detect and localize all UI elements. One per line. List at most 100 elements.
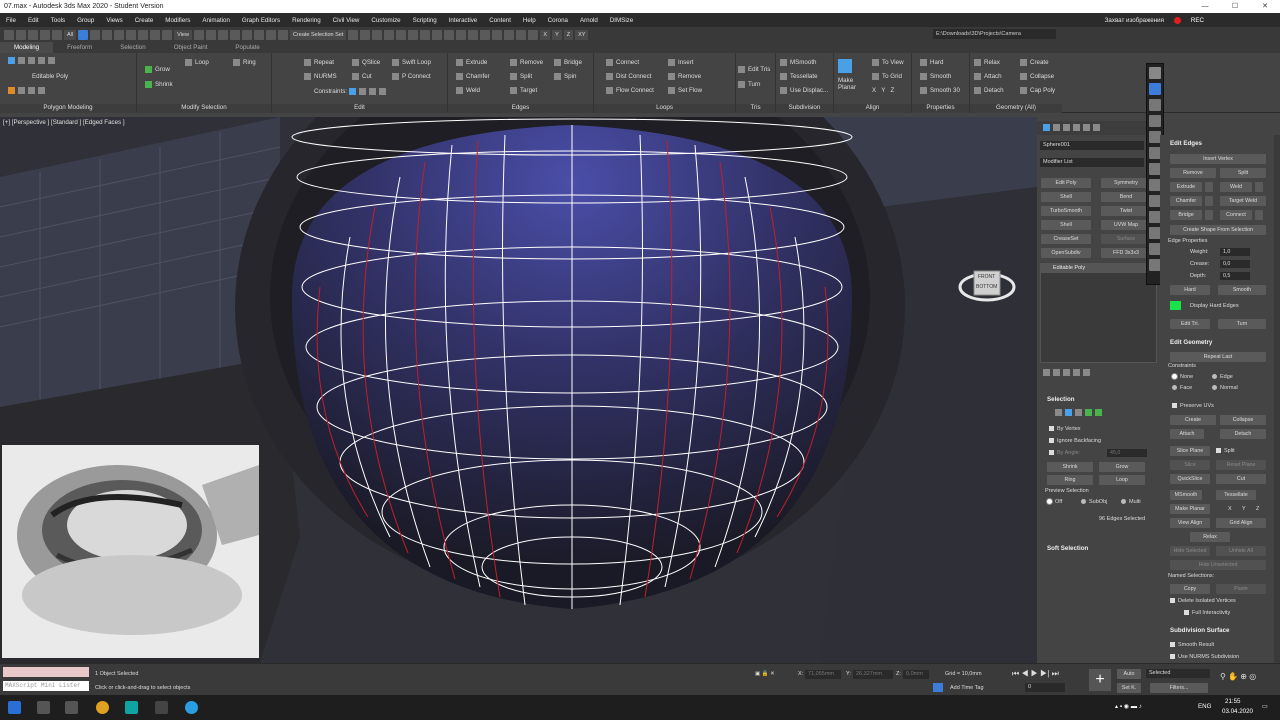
- delete-isolated-checkbox[interactable]: Delete Isolated Vertices: [1170, 598, 1236, 604]
- menu-interactive[interactable]: Interactive: [443, 17, 484, 24]
- project-path-field[interactable]: E:\Downloads\3D\Projects\Camera: [933, 29, 1056, 39]
- extrude-button[interactable]: Extrude: [456, 59, 487, 66]
- tab-modeling[interactable]: Modeling: [0, 42, 54, 53]
- ref-coord-dropdown[interactable]: View: [174, 29, 192, 40]
- mod-turbosmooth-button[interactable]: TurboSmooth: [1041, 206, 1091, 216]
- language-indicator[interactable]: ENG: [1198, 703, 1211, 710]
- hard-button[interactable]: Hard: [920, 59, 943, 66]
- render-icon[interactable]: [468, 29, 479, 40]
- full-interactivity-checkbox[interactable]: Full Interactivity: [1184, 610, 1230, 616]
- auto-key-button[interactable]: Auto: [1117, 669, 1141, 679]
- split-button[interactable]: Split: [510, 73, 532, 80]
- command-panel-scrollbar[interactable]: [1274, 135, 1280, 663]
- p-connect-button[interactable]: P Connect: [392, 73, 431, 80]
- edit-geometry-title[interactable]: Edit Geometry: [1170, 339, 1212, 346]
- viewcube[interactable]: FRONT BOTTOM: [958, 265, 1016, 305]
- create-tab-icon[interactable]: [1043, 124, 1050, 131]
- menu-file[interactable]: File: [0, 17, 22, 24]
- keyboard-shortcut-icon[interactable]: [217, 29, 228, 40]
- axis-xy-button[interactable]: XY: [575, 29, 589, 40]
- stack-down-icon[interactable]: [28, 87, 35, 94]
- split-edge-button[interactable]: Split: [1220, 168, 1266, 178]
- modifier-mode-icon[interactable]: [8, 87, 15, 94]
- relax-button[interactable]: Relax: [974, 59, 1000, 66]
- connect-edge-button[interactable]: Connect: [1220, 210, 1252, 220]
- hierarchy-tab-icon[interactable]: [1063, 124, 1070, 131]
- polygon-modeling-title[interactable]: Polygon Modeling: [0, 104, 136, 113]
- to-grid-button[interactable]: To Grid: [872, 73, 902, 80]
- modifier-list-dropdown[interactable]: Modifier List: [1040, 158, 1144, 167]
- navigation-icons[interactable]: ⚲ ✋ ⊕ ◎: [1220, 672, 1256, 681]
- planar-x-button[interactable]: X: [1228, 506, 1232, 512]
- mod-creaseset-button[interactable]: CreaseSet: [1041, 234, 1091, 244]
- current-frame-field[interactable]: 0: [1025, 683, 1065, 692]
- menu-graph-editors[interactable]: Graph Editors: [236, 17, 286, 24]
- reset-plane-button[interactable]: Reset Plane: [1216, 460, 1266, 470]
- maximize-button[interactable]: ☐: [1220, 0, 1250, 13]
- window-crossing-icon[interactable]: [114, 29, 125, 40]
- curve-editor-icon[interactable]: [408, 29, 419, 40]
- crease-spinner[interactable]: 0,0: [1220, 260, 1250, 268]
- sel-vertex-icon[interactable]: [1055, 409, 1062, 416]
- subdivision-surface-title[interactable]: Subdivision Surface: [1170, 627, 1229, 634]
- make-planar-icon[interactable]: [838, 59, 855, 73]
- corona-ir-icon[interactable]: [528, 29, 539, 40]
- axis-y-button[interactable]: Y: [552, 29, 562, 40]
- grid-align-button[interactable]: Grid Align: [1216, 518, 1266, 528]
- weld-button[interactable]: Weld: [456, 87, 480, 94]
- connect-settings-button[interactable]: [1255, 210, 1263, 220]
- align-icon[interactable]: [360, 29, 371, 40]
- edit-tri-button[interactable]: Edit Tri.: [1170, 319, 1210, 329]
- vertex-mode-icon[interactable]: [8, 57, 15, 64]
- display-tab-icon[interactable]: [1083, 124, 1090, 131]
- remove-loop-button[interactable]: Remove: [668, 73, 701, 80]
- smooth-result-checkbox[interactable]: Smooth Result: [1170, 642, 1214, 648]
- constraint-face-radio[interactable]: Face: [1172, 385, 1192, 391]
- axis-z-button[interactable]: Z: [563, 29, 574, 40]
- edit-tris-button[interactable]: Edit Tris: [738, 66, 770, 73]
- axis-x-button[interactable]: X: [540, 29, 551, 40]
- maxscript-mini-lister[interactable]: MAXScript Mini Lister: [3, 681, 89, 691]
- corona-vfb-icon[interactable]: [516, 29, 527, 40]
- loop-sel-button[interactable]: Loop: [1099, 475, 1145, 485]
- render-setup-icon[interactable]: [444, 29, 455, 40]
- set-key-icon[interactable]: +: [1089, 669, 1111, 691]
- x-coord-field[interactable]: 71,055mm: [805, 670, 841, 679]
- select-object-icon[interactable]: [78, 29, 89, 40]
- msmooth-geom-button[interactable]: MSmooth: [1170, 490, 1202, 500]
- detach-geom-button[interactable]: Detach: [1220, 429, 1266, 439]
- bridge-button[interactable]: Bridge: [554, 59, 582, 66]
- align-z-button[interactable]: Z: [891, 87, 895, 94]
- mod-ffd-button[interactable]: FFD 3x3x3: [1101, 248, 1151, 258]
- repeat-button[interactable]: Repeat: [304, 59, 334, 66]
- sel-edge-icon[interactable]: [1065, 409, 1072, 416]
- geometry-title[interactable]: Geometry (All): [970, 104, 1062, 113]
- insert-button[interactable]: Insert: [668, 59, 693, 66]
- time-tag-icon[interactable]: [933, 683, 943, 692]
- pen-icon[interactable]: [1149, 99, 1161, 111]
- material-editor-icon[interactable]: [432, 29, 443, 40]
- spinner-snap-icon[interactable]: [265, 29, 276, 40]
- weld-edge-button[interactable]: Weld: [1220, 182, 1252, 192]
- weld-settings-button[interactable]: [1255, 182, 1263, 192]
- properties-title[interactable]: Properties: [912, 104, 969, 113]
- tab-populate[interactable]: Populate: [221, 42, 273, 53]
- loops-title[interactable]: Loops: [594, 104, 735, 113]
- object-name-field[interactable]: Sphere001: [1040, 141, 1144, 150]
- smooth-edge-button[interactable]: Smooth: [1218, 285, 1266, 295]
- edit-edges-title[interactable]: Edit Edges: [1170, 140, 1202, 147]
- shrink-sel-button[interactable]: Shrink: [1047, 462, 1093, 472]
- windows-start-icon[interactable]: [8, 701, 21, 714]
- sel-polygon-icon[interactable]: [1085, 409, 1092, 416]
- extrude-settings-button[interactable]: [1205, 182, 1213, 192]
- constraint-none-icon[interactable]: [348, 88, 356, 95]
- undo-icon[interactable]: [4, 29, 14, 40]
- loop-button[interactable]: Loop: [185, 59, 209, 66]
- preview-subobj-radio[interactable]: SubObj: [1081, 499, 1107, 505]
- flow-connect-button[interactable]: Flow Connect: [606, 87, 654, 94]
- menu-corona[interactable]: Corona: [542, 17, 574, 24]
- cap-poly-button[interactable]: Cap Poly: [1020, 87, 1055, 94]
- planar-z-button[interactable]: Z: [1256, 506, 1259, 512]
- weight-spinner[interactable]: 1,0: [1220, 248, 1250, 256]
- constraint-face-icon[interactable]: [368, 88, 376, 95]
